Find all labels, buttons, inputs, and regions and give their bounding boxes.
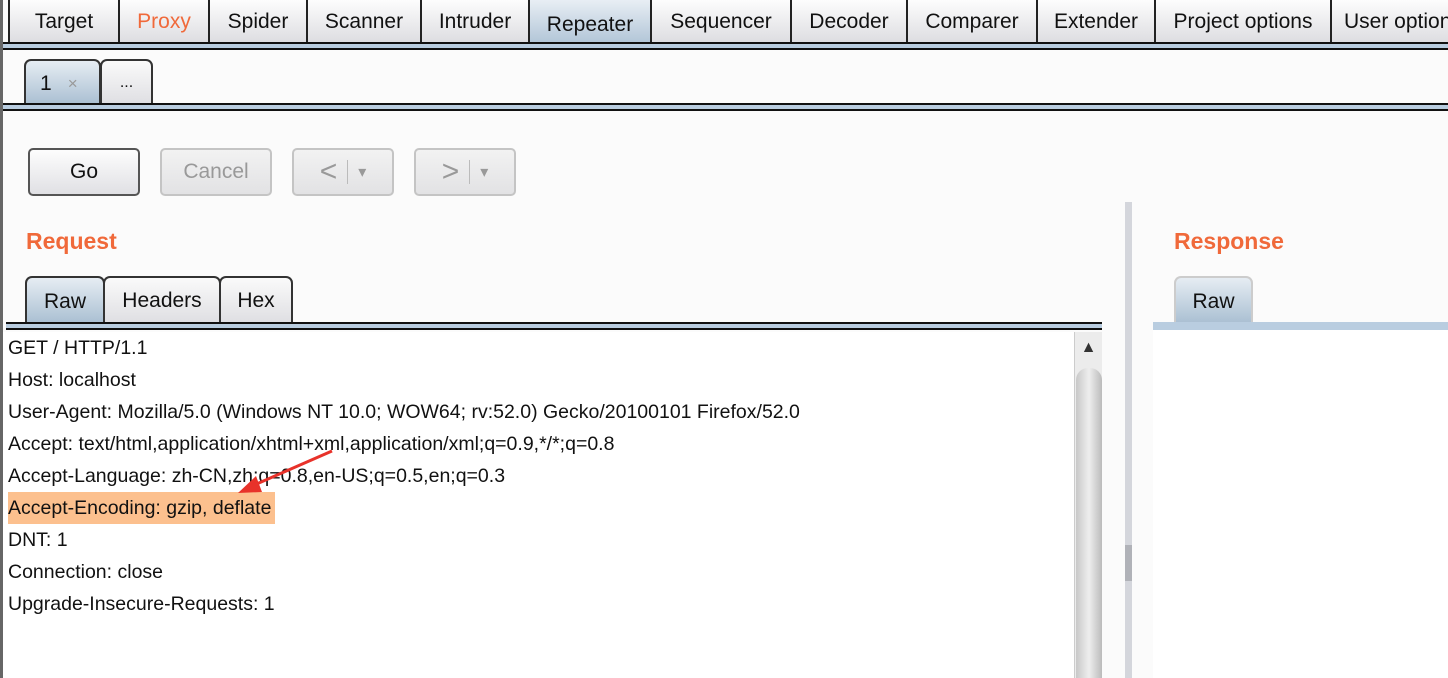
response-tab-underline <box>1153 322 1448 330</box>
request-scrollbar[interactable]: ▲ <box>1074 332 1102 678</box>
response-editor[interactable] <box>1153 330 1448 678</box>
scroll-thumb[interactable] <box>1076 368 1102 678</box>
response-title: Response <box>1174 228 1284 254</box>
scroll-up-icon[interactable]: ▲ <box>1075 332 1102 364</box>
response-tab-raw[interactable]: Raw <box>1174 276 1253 326</box>
tab-label: Raw <box>1192 290 1235 313</box>
